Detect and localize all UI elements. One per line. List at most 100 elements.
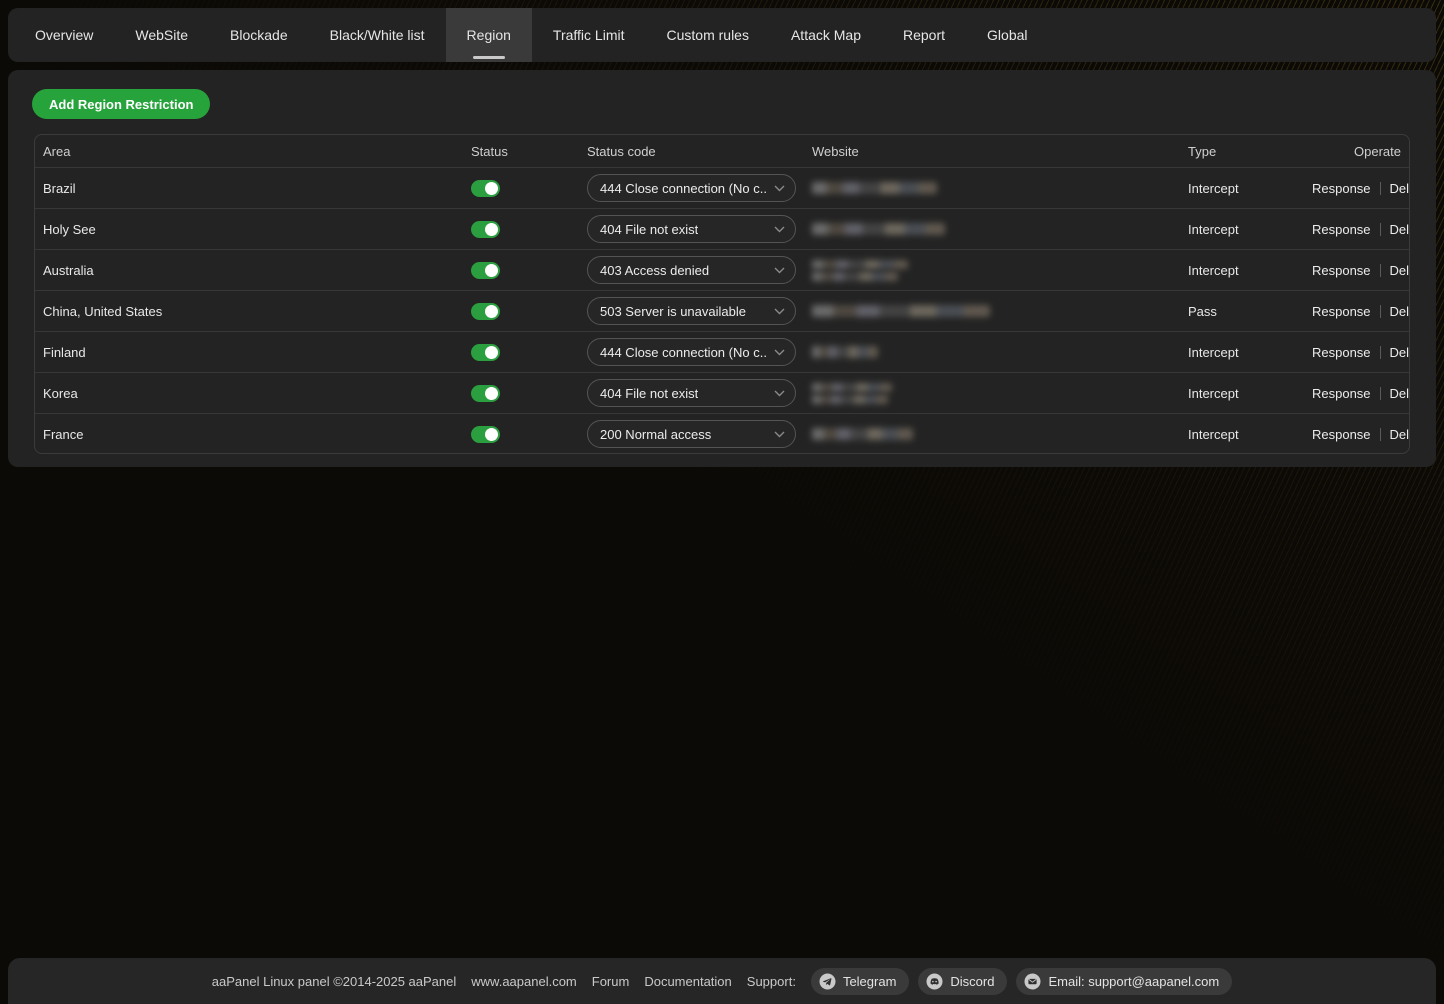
add-region-restriction-button[interactable]: Add Region Restriction [32, 89, 210, 119]
delete-link[interactable]: Delete [1390, 345, 1410, 360]
toggle-knob [485, 387, 498, 400]
chevron-down-icon [774, 308, 785, 315]
aapanel-site-link[interactable]: www.aapanel.com [471, 974, 577, 989]
delete-link[interactable]: Delete [1390, 427, 1410, 442]
status-toggle[interactable] [471, 180, 500, 197]
area-label: China, United States [35, 304, 463, 319]
type-label: Intercept [1180, 345, 1304, 360]
status-code-value: 444 Close connection (No c... [600, 345, 768, 360]
response-link[interactable]: Response [1312, 263, 1371, 278]
status-code-value: 200 Normal access [600, 427, 711, 442]
toggle-knob [485, 223, 498, 236]
status-code-select[interactable]: 200 Normal access [587, 420, 796, 448]
region-table: Area Status Status code Website Type Ope… [34, 134, 1410, 454]
tab-traffic-limit[interactable]: Traffic Limit [532, 8, 646, 62]
response-link[interactable]: Response [1312, 386, 1371, 401]
region-panel: Add Region Restriction Area Status Statu… [8, 70, 1436, 467]
status-code-select[interactable]: 404 File not exist [587, 215, 796, 243]
area-label: Korea [35, 386, 463, 401]
status-code-select[interactable]: 444 Close connection (No c... [587, 174, 796, 202]
response-link[interactable]: Response [1312, 222, 1371, 237]
chevron-down-icon [774, 185, 785, 192]
tab-black-white-list[interactable]: Black/White list [309, 8, 446, 62]
tab-custom-rules[interactable]: Custom rules [646, 8, 770, 62]
type-label: Pass [1180, 304, 1304, 319]
website-redacted [812, 260, 1180, 281]
website-redacted [812, 223, 1180, 235]
status-toggle[interactable] [471, 344, 500, 361]
type-label: Intercept [1180, 222, 1304, 237]
area-label: France [35, 427, 463, 442]
operate-divider [1380, 428, 1381, 441]
website-redacted [812, 182, 1180, 194]
toggle-knob [485, 346, 498, 359]
operate-divider [1380, 223, 1381, 236]
status-toggle[interactable] [471, 303, 500, 320]
header-operate: Operate [1304, 144, 1409, 159]
telegram-icon [819, 973, 836, 990]
header-status: Status [463, 144, 579, 159]
status-code-select[interactable]: 404 File not exist [587, 379, 796, 407]
response-link[interactable]: Response [1312, 181, 1371, 196]
chevron-down-icon [774, 349, 785, 356]
status-code-select[interactable]: 403 Access denied [587, 256, 796, 284]
status-code-select[interactable]: 444 Close connection (No c... [587, 338, 796, 366]
support-label: Support: [747, 974, 796, 989]
operate-divider [1380, 346, 1381, 359]
header-type: Type [1180, 144, 1304, 159]
email-icon [1024, 973, 1041, 990]
top-tab-bar: Overview WebSite Blockade Black/White li… [8, 8, 1436, 62]
table-row: Australia 403 Access denied Intercept Re… [35, 249, 1409, 290]
tab-report[interactable]: Report [882, 8, 966, 62]
status-code-value: 404 File not exist [600, 222, 698, 237]
chevron-down-icon [774, 226, 785, 233]
discord-label: Discord [950, 974, 994, 989]
delete-link[interactable]: Delete [1390, 222, 1410, 237]
toggle-knob [485, 305, 498, 318]
website-redacted [812, 428, 1180, 440]
delete-link[interactable]: Delete [1390, 386, 1410, 401]
toggle-knob [485, 264, 498, 277]
operate-divider [1380, 305, 1381, 318]
header-website: Website [804, 144, 1180, 159]
website-redacted [812, 346, 1180, 358]
status-code-value: 503 Server is unavailable [600, 304, 746, 319]
area-label: Brazil [35, 181, 463, 196]
status-toggle[interactable] [471, 385, 500, 402]
email-support-button[interactable]: Email: support@aapanel.com [1016, 968, 1232, 995]
response-link[interactable]: Response [1312, 427, 1371, 442]
tab-region[interactable]: Region [446, 8, 532, 62]
type-label: Intercept [1180, 181, 1304, 196]
telegram-button[interactable]: Telegram [811, 968, 909, 995]
tab-blockade[interactable]: Blockade [209, 8, 309, 62]
chevron-down-icon [774, 390, 785, 397]
website-redacted [812, 383, 1180, 404]
table-row: Holy See 404 File not exist Intercept Re… [35, 208, 1409, 249]
status-code-value: 404 File not exist [600, 386, 698, 401]
chevron-down-icon [774, 267, 785, 274]
status-code-select[interactable]: 503 Server is unavailable [587, 297, 796, 325]
response-link[interactable]: Response [1312, 345, 1371, 360]
footer-bar: aaPanel Linux panel ©2014-2025 aaPanel w… [8, 958, 1436, 1004]
status-toggle[interactable] [471, 262, 500, 279]
discord-button[interactable]: Discord [918, 968, 1007, 995]
table-row: Finland 444 Close connection (No c... In… [35, 331, 1409, 372]
forum-link[interactable]: Forum [592, 974, 630, 989]
table-row: Brazil 444 Close connection (No c... Int… [35, 167, 1409, 208]
delete-link[interactable]: Delete [1390, 263, 1410, 278]
tab-attack-map[interactable]: Attack Map [770, 8, 882, 62]
area-label: Finland [35, 345, 463, 360]
tab-website[interactable]: WebSite [114, 8, 209, 62]
delete-link[interactable]: Delete [1390, 181, 1410, 196]
header-area: Area [35, 144, 463, 159]
tab-global[interactable]: Global [966, 8, 1048, 62]
telegram-label: Telegram [843, 974, 896, 989]
status-toggle[interactable] [471, 426, 500, 443]
tab-overview[interactable]: Overview [14, 8, 114, 62]
status-toggle[interactable] [471, 221, 500, 238]
operate-divider [1380, 387, 1381, 400]
area-label: Australia [35, 263, 463, 278]
documentation-link[interactable]: Documentation [644, 974, 731, 989]
response-link[interactable]: Response [1312, 304, 1371, 319]
delete-link[interactable]: Delete [1390, 304, 1410, 319]
